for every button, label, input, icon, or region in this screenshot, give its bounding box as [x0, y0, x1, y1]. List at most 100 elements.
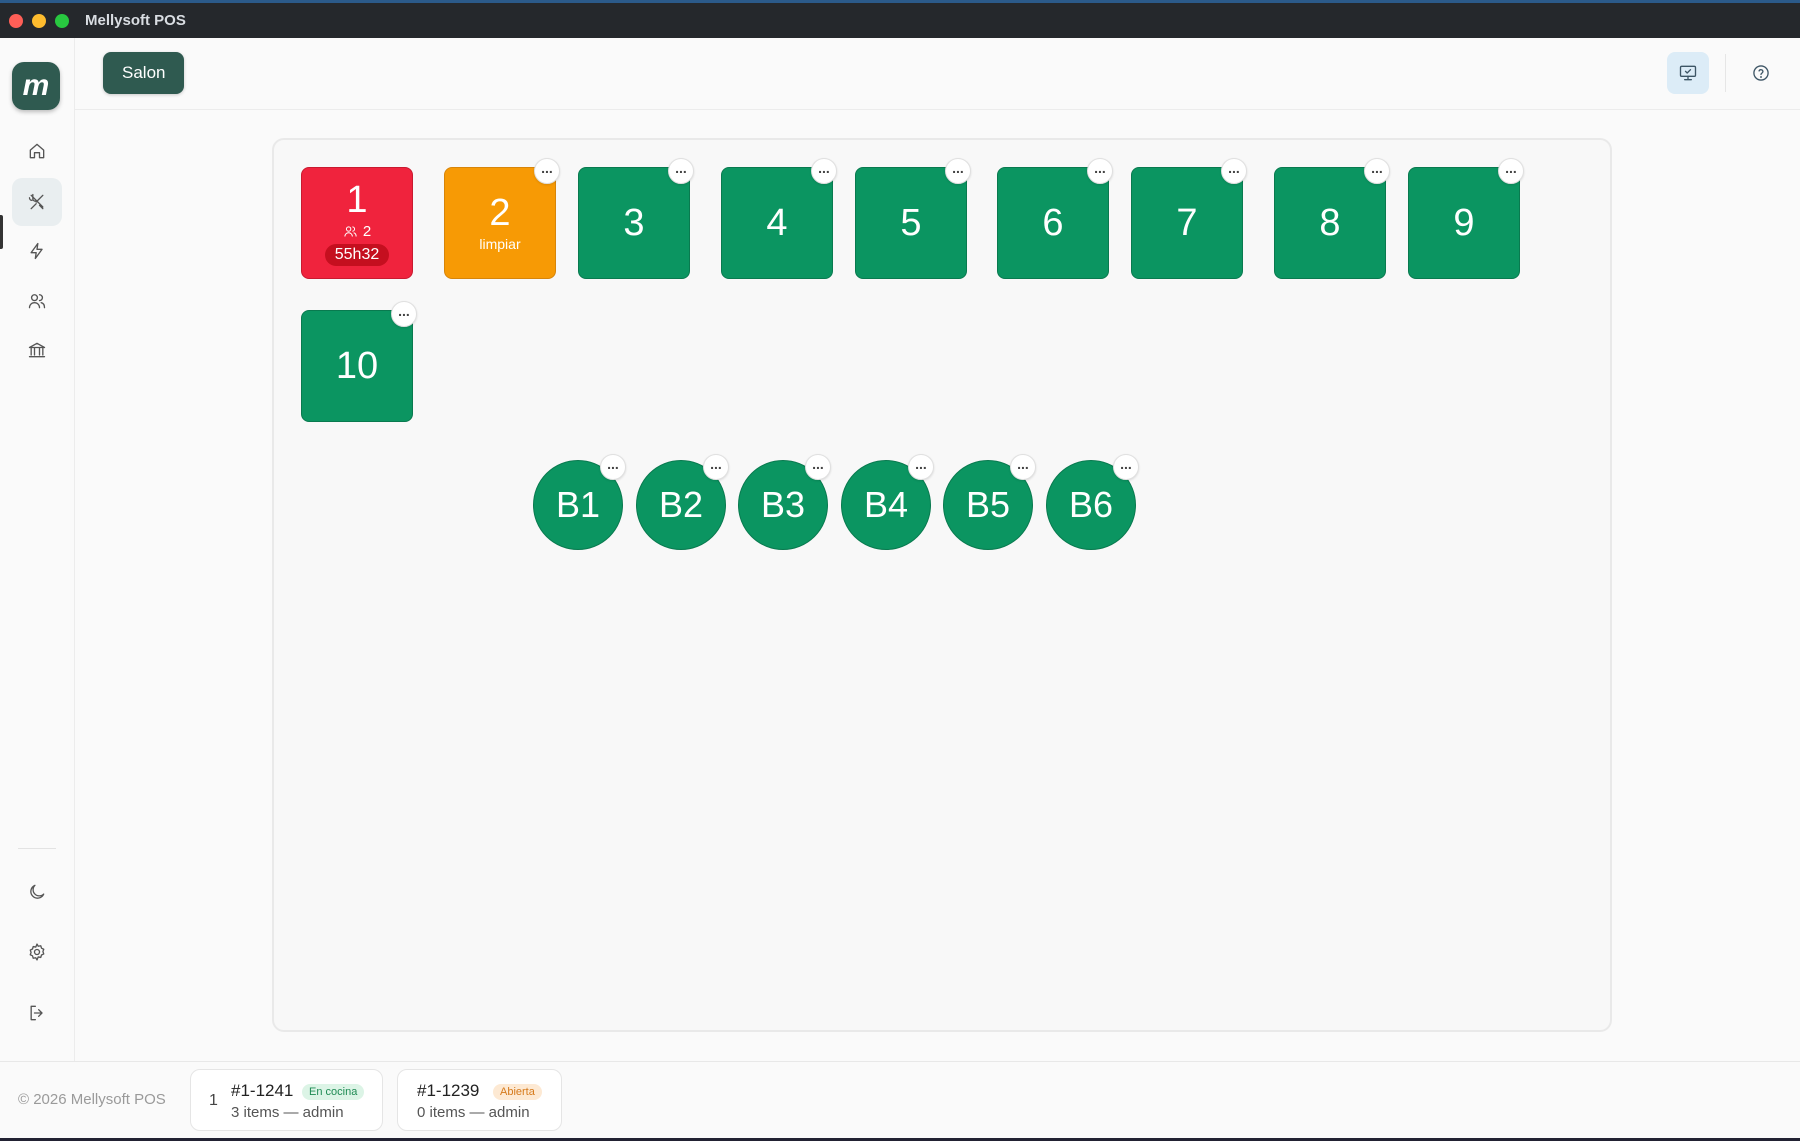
table-4-menu-button[interactable]: ... — [811, 158, 837, 184]
table-2-menu-button[interactable]: ... — [534, 158, 560, 184]
guest-count: 2 — [343, 223, 371, 240]
table-status-note: limpiar — [479, 236, 521, 252]
table-8[interactable]: 8 — [1274, 167, 1386, 279]
table-8-menu-button[interactable]: ... — [1364, 158, 1390, 184]
app-logo[interactable]: m — [12, 62, 60, 110]
bar-seat-b2-menu-button[interactable]: ... — [703, 454, 729, 480]
table-number: 7 — [1176, 202, 1198, 244]
sidebar-item-quick[interactable] — [12, 227, 62, 275]
more-icon: ... — [1120, 456, 1132, 472]
monitor-check-icon — [1679, 65, 1697, 81]
table-number: 1 — [346, 178, 368, 221]
room-selector-button[interactable]: Salon — [103, 52, 185, 94]
window-title: Mellysoft POS — [85, 12, 186, 29]
sidebar-item-home[interactable] — [12, 127, 62, 175]
bar-seat-b1-menu-button[interactable]: ... — [600, 454, 626, 480]
customer-display-button[interactable] — [1667, 52, 1709, 94]
sidebar: m — [0, 38, 75, 1061]
minimize-window-button[interactable] — [32, 13, 46, 28]
table-2[interactable]: 2 limpiar — [444, 167, 556, 279]
table-5-menu-button[interactable]: ... — [945, 158, 971, 184]
sidebar-item-bank[interactable] — [12, 326, 62, 374]
dark-mode-toggle[interactable] — [12, 868, 62, 916]
lightning-icon — [30, 242, 43, 260]
seat-label: B6 — [1068, 484, 1114, 525]
more-icon: ... — [952, 160, 964, 176]
order-id: #1-1241 — [231, 1081, 294, 1100]
bar-seat-b4-menu-button[interactable]: ... — [908, 454, 934, 480]
order-id: #1-1239 — [417, 1081, 480, 1100]
seat-label: B3 — [760, 484, 806, 525]
more-icon: ... — [915, 456, 927, 472]
window-controls — [9, 13, 69, 28]
home-icon — [29, 143, 45, 159]
more-icon: ... — [675, 160, 687, 176]
bank-icon — [28, 342, 46, 358]
floor-plan: 1 2 55h32 2 limpiar ... 3 ... 4 ... 5 ..… — [272, 138, 1612, 1032]
table-number: 8 — [1319, 202, 1341, 244]
app-window: m Salon 1 2 55h32 2 limpiar ... 3 ... 4 … — [0, 38, 1800, 1138]
table-9[interactable]: 9 — [1408, 167, 1520, 279]
order-status-badge: En cocina — [302, 1084, 365, 1100]
table-9-menu-button[interactable]: ... — [1498, 158, 1524, 184]
order-meta: 0 items — admin — [417, 1104, 530, 1121]
utensils-icon — [28, 193, 44, 210]
seat-label: B4 — [863, 484, 909, 525]
order-status-badge: Abierta — [493, 1084, 542, 1100]
more-icon: ... — [1371, 160, 1383, 176]
table-number: 3 — [623, 202, 645, 244]
table-6[interactable]: 6 — [997, 167, 1109, 279]
table-3[interactable]: 3 — [578, 167, 690, 279]
close-window-button[interactable] — [9, 13, 23, 28]
more-icon: ... — [818, 160, 830, 176]
users-icon — [344, 225, 357, 237]
seat-label: B2 — [658, 484, 704, 525]
gear-icon — [29, 943, 45, 961]
sidebar-item-tables[interactable] — [12, 178, 62, 226]
seat-label: B5 — [965, 484, 1011, 525]
logout-icon — [30, 1005, 43, 1021]
active-indicator — [0, 215, 3, 249]
table-number: 6 — [1042, 202, 1064, 244]
order-meta: 3 items — admin — [231, 1104, 344, 1121]
copyright-text: © 2026 Mellysoft POS — [18, 1091, 166, 1108]
maximize-window-button[interactable] — [55, 13, 69, 28]
sidebar-item-settings[interactable] — [12, 928, 62, 976]
more-icon: ... — [710, 456, 722, 472]
more-icon: ... — [1094, 160, 1106, 176]
table-number: 10 — [335, 345, 379, 387]
more-icon: ... — [541, 160, 553, 176]
bar-seat-b6-menu-button[interactable]: ... — [1113, 454, 1139, 480]
table-1[interactable]: 1 2 55h32 — [301, 167, 413, 279]
table-4[interactable]: 4 — [721, 167, 833, 279]
header-divider — [1725, 54, 1726, 92]
table-number: 4 — [766, 202, 788, 244]
occupancy-timer: 55h32 — [324, 243, 390, 266]
help-button[interactable] — [1740, 52, 1782, 94]
more-icon: ... — [607, 456, 619, 472]
table-number: 2 — [489, 192, 511, 234]
top-header: Salon — [75, 38, 1800, 110]
more-icon: ... — [1017, 456, 1029, 472]
users-icon — [28, 294, 46, 309]
bar-seat-b3-menu-button[interactable]: ... — [805, 454, 831, 480]
more-icon: ... — [398, 303, 410, 319]
order-table-number: 1 — [209, 1092, 218, 1109]
table-6-menu-button[interactable]: ... — [1087, 158, 1113, 184]
table-10-menu-button[interactable]: ... — [391, 301, 417, 327]
table-5[interactable]: 5 — [855, 167, 967, 279]
open-order-card[interactable]: #1-1239 Abierta 0 items — admin — [397, 1069, 562, 1131]
table-3-menu-button[interactable]: ... — [668, 158, 694, 184]
bar-seat-b5-menu-button[interactable]: ... — [1010, 454, 1036, 480]
guest-count-value: 2 — [362, 222, 372, 240]
table-10[interactable]: 10 — [301, 310, 413, 422]
sidebar-item-customers[interactable] — [12, 277, 62, 325]
footer-bar: © 2026 Mellysoft POS 1 #1-1241 En cocina… — [0, 1061, 1800, 1138]
table-7-menu-button[interactable]: ... — [1221, 158, 1247, 184]
open-order-card[interactable]: 1 #1-1241 En cocina 3 items — admin — [190, 1069, 383, 1131]
logout-button[interactable] — [12, 989, 62, 1037]
more-icon: ... — [812, 456, 824, 472]
table-7[interactable]: 7 — [1131, 167, 1243, 279]
more-icon: ... — [1228, 160, 1240, 176]
help-icon — [1753, 65, 1769, 81]
